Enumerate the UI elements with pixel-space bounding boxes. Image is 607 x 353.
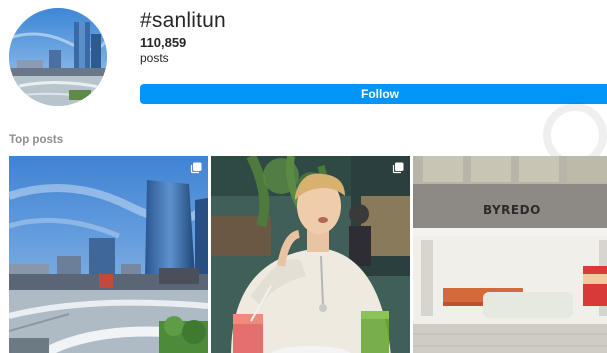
top-post-2[interactable] bbox=[211, 156, 410, 353]
top-post-3[interactable]: BYREDO bbox=[413, 156, 607, 353]
hashtag-avatar bbox=[9, 8, 107, 106]
avatar-photo bbox=[9, 8, 107, 106]
store-interior-photo bbox=[413, 156, 607, 353]
portrait-photo bbox=[211, 156, 410, 353]
skyline-photo bbox=[9, 156, 208, 353]
hashtag-page: #sanlitun 110,859 posts Follow Top posts bbox=[0, 0, 607, 353]
multiple-photos-icon bbox=[190, 162, 202, 174]
multiple-photos-icon bbox=[392, 162, 404, 174]
post-count: 110,859 bbox=[140, 35, 187, 50]
store-sign-text: BYREDO bbox=[483, 203, 541, 217]
post-count-label: posts bbox=[140, 51, 169, 65]
top-post-1[interactable] bbox=[9, 156, 208, 353]
top-posts-heading: Top posts bbox=[9, 134, 64, 146]
top-posts-grid: BYREDO bbox=[9, 156, 607, 353]
hashtag-title: #sanlitun bbox=[140, 9, 226, 32]
